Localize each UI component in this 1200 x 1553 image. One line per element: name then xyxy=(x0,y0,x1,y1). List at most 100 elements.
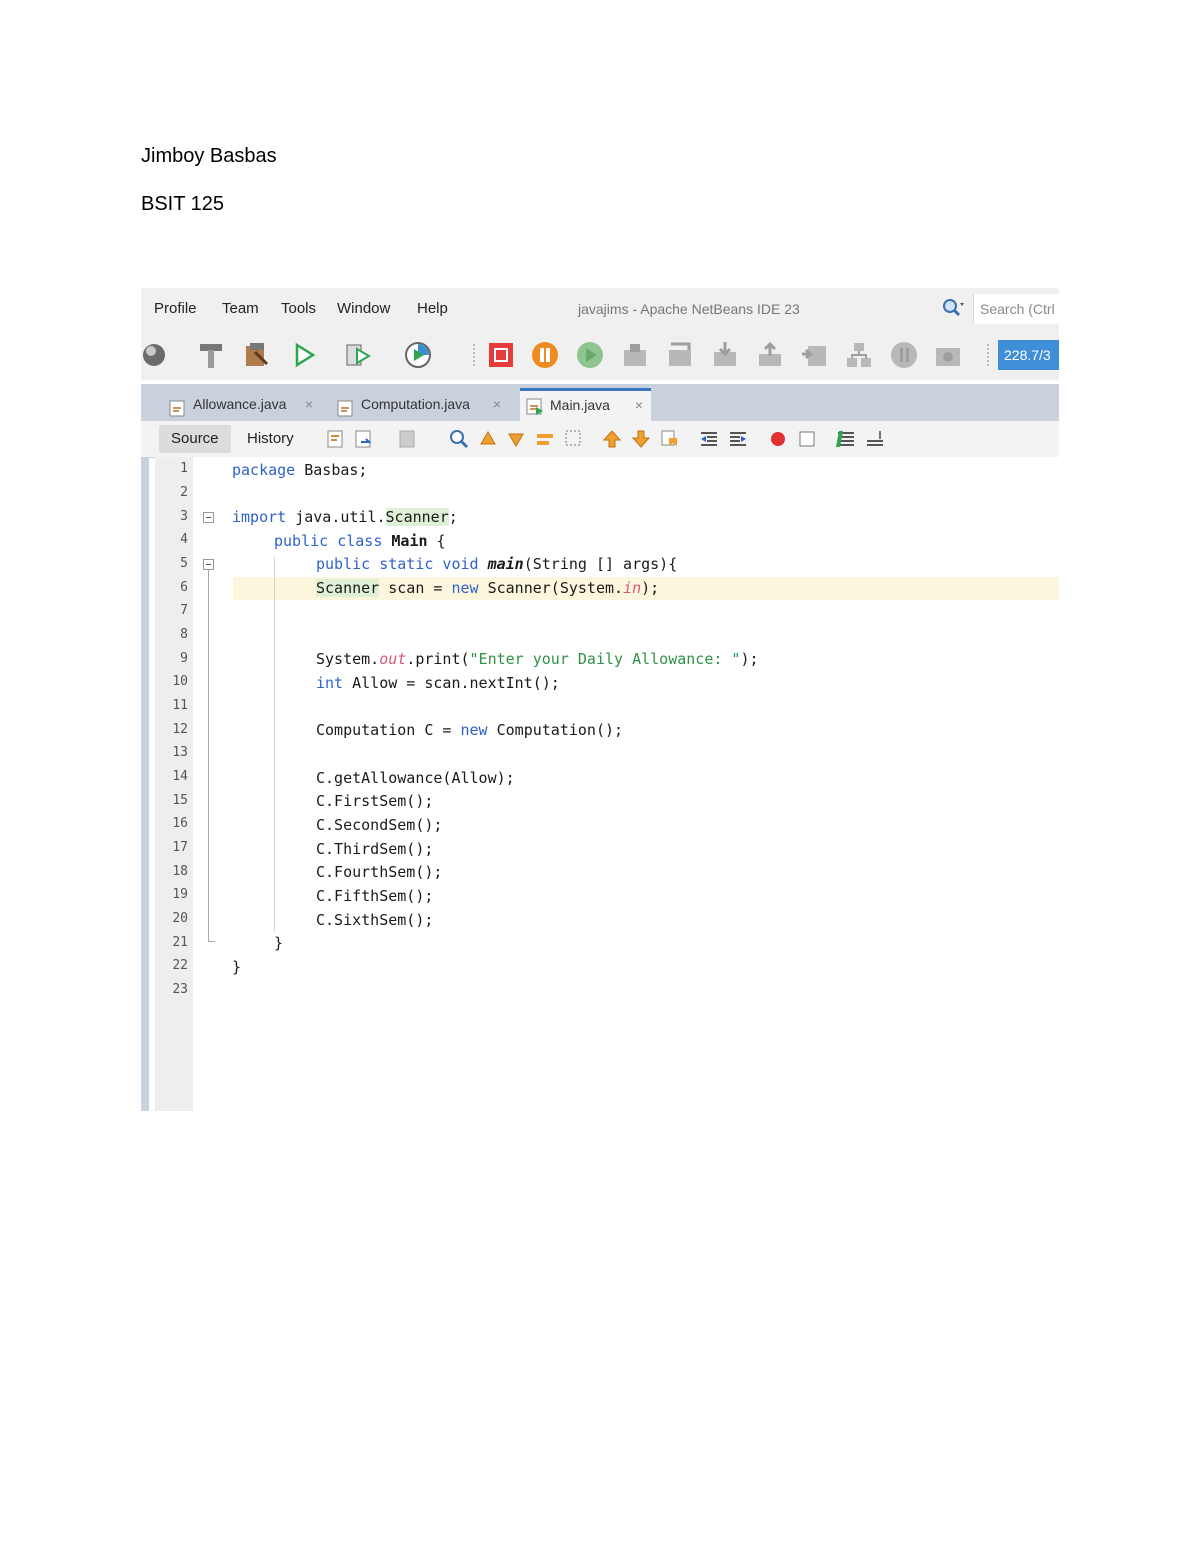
line-number-gutter: 1 2 3 4 5 6 7 8 9 10 11 12 13 14 15 16 1… xyxy=(155,457,194,1111)
line-number: 13 xyxy=(172,745,188,760)
clean-build-icon[interactable] xyxy=(241,340,271,370)
find-icon[interactable] xyxy=(448,428,470,450)
code-line-1: package Basbas; xyxy=(232,461,368,479)
step-out-icon[interactable] xyxy=(755,340,785,370)
close-icon[interactable]: × xyxy=(493,388,501,421)
fold-line xyxy=(208,570,209,942)
code-line-12: Computation C = new Computation(); xyxy=(316,721,624,739)
line-number: 15 xyxy=(172,793,188,808)
tab-computation-java[interactable]: Computation.java × xyxy=(331,388,509,421)
stop-macro-icon[interactable] xyxy=(796,428,818,450)
line-number: 4 xyxy=(180,532,188,547)
fold-toggle-icon[interactable] xyxy=(203,559,214,570)
java-file-icon xyxy=(169,396,187,417)
search-icon[interactable] xyxy=(941,297,965,319)
comment-icon[interactable] xyxy=(835,428,857,450)
tab-main-java[interactable]: Main.java × xyxy=(520,388,651,421)
snapshot-icon[interactable] xyxy=(889,340,919,370)
step-into-icon[interactable] xyxy=(710,340,740,370)
line-number: 14 xyxy=(172,769,188,784)
toolbar-separator xyxy=(987,344,989,366)
previous-bookmark-icon[interactable] xyxy=(601,428,623,450)
close-icon[interactable]: × xyxy=(635,391,643,419)
toggle-bookmark-icon[interactable] xyxy=(659,428,681,450)
rectangular-selection-icon[interactable] xyxy=(563,428,585,450)
menu-tools[interactable]: Tools xyxy=(281,300,316,317)
line-number: 20 xyxy=(172,911,188,926)
code-editor[interactable]: package Basbas; import java.util.Scanner… xyxy=(223,457,1059,1111)
start-macro-icon[interactable] xyxy=(767,428,789,450)
hierarchy-icon[interactable] xyxy=(844,340,874,370)
code-line-16: C.SecondSem(); xyxy=(316,816,443,834)
code-line-6: Scanner scan = new Scanner(System.in); xyxy=(316,579,660,597)
menu-profile[interactable]: Profile xyxy=(154,300,197,317)
pause-icon[interactable] xyxy=(530,340,560,370)
line-number: 1 xyxy=(180,461,188,476)
code-line-14: C.getAllowance(Allow); xyxy=(316,769,515,787)
close-icon[interactable]: × xyxy=(305,388,313,421)
fold-margin xyxy=(193,457,223,1111)
source-tab[interactable]: Source xyxy=(159,425,231,453)
line-number: 8 xyxy=(180,627,188,642)
java-file-icon xyxy=(337,396,355,417)
netbeans-screenshot: Profile Team Tools Window Help javajims … xyxy=(141,288,1059,1111)
memory-indicator[interactable]: 228.7/3 xyxy=(998,340,1059,370)
back-icon[interactable] xyxy=(353,428,375,450)
main-toolbar: 228.7/3 xyxy=(141,330,1059,380)
line-number: 21 xyxy=(172,935,188,950)
line-number: 10 xyxy=(172,674,188,689)
author-name: Jimboy Basbas xyxy=(141,145,277,167)
find-next-icon[interactable] xyxy=(505,428,527,450)
line-number: 22 xyxy=(172,958,188,973)
line-number: 7 xyxy=(180,603,188,618)
search-input[interactable]: Search (Ctrl xyxy=(973,294,1059,324)
line-number: 9 xyxy=(180,651,188,666)
stop-icon[interactable] xyxy=(486,340,516,370)
run-to-cursor-icon[interactable] xyxy=(800,340,830,370)
menu-window[interactable]: Window xyxy=(337,300,390,317)
toolbar-separator xyxy=(473,344,475,366)
uncomment-icon[interactable] xyxy=(864,428,886,450)
course-label: BSIT 125 xyxy=(141,193,225,215)
continue-icon[interactable] xyxy=(575,340,605,370)
line-number: 5 xyxy=(180,556,188,571)
window-title: javajims - Apache NetBeans IDE 23 xyxy=(578,301,800,317)
shift-right-icon[interactable] xyxy=(727,428,749,450)
fold-toggle-icon[interactable] xyxy=(203,512,214,523)
history-tab[interactable]: History xyxy=(235,425,306,453)
left-side-panel-strip xyxy=(141,457,149,1111)
globe-icon[interactable] xyxy=(141,340,171,370)
forward-icon[interactable] xyxy=(397,428,419,450)
tab-allowance-java[interactable]: Allowance.java × xyxy=(163,388,321,421)
line-number: 17 xyxy=(172,840,188,855)
run-icon[interactable] xyxy=(289,340,319,370)
debug-icon[interactable] xyxy=(344,340,374,370)
step-over-icon[interactable] xyxy=(620,340,650,370)
menu-team[interactable]: Team xyxy=(222,300,259,317)
code-line-3: import java.util.Scanner; xyxy=(232,508,458,526)
editor-toolbar: Source History xyxy=(141,421,1059,458)
code-line-21: } xyxy=(274,934,284,952)
line-number: 19 xyxy=(172,887,188,902)
line-number: 2 xyxy=(180,485,188,500)
build-hammer-icon[interactable] xyxy=(196,340,226,370)
code-line-19: C.FifthSem(); xyxy=(316,887,434,905)
shift-left-icon[interactable] xyxy=(698,428,720,450)
step-over-expression-icon[interactable] xyxy=(665,340,695,370)
last-edit-icon[interactable] xyxy=(325,428,347,450)
code-line-17: C.ThirdSem(); xyxy=(316,840,434,858)
line-number: 11 xyxy=(172,698,188,713)
profile-icon[interactable] xyxy=(403,340,433,370)
find-previous-icon[interactable] xyxy=(477,428,499,450)
code-line-20: C.SixthSem(); xyxy=(316,911,434,929)
line-number: 12 xyxy=(172,722,188,737)
code-line-18: C.FourthSem(); xyxy=(316,863,443,881)
camera-icon[interactable] xyxy=(933,340,963,370)
code-line-4: public class Main { xyxy=(274,532,446,550)
menu-help[interactable]: Help xyxy=(417,300,448,317)
code-line-5: public static void main(String [] args){ xyxy=(316,555,678,573)
line-number: 3 xyxy=(180,509,188,524)
line-number: 16 xyxy=(172,816,188,831)
toggle-highlight-icon[interactable] xyxy=(534,428,556,450)
next-bookmark-icon[interactable] xyxy=(630,428,652,450)
